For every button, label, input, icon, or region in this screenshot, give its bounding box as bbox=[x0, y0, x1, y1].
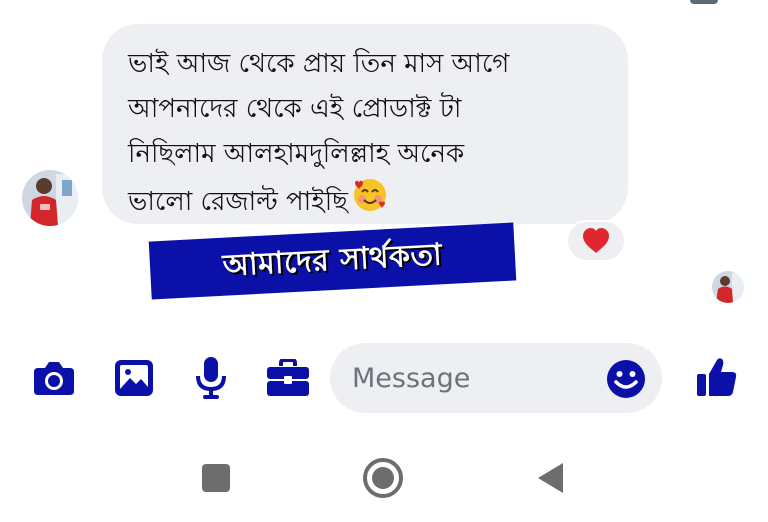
microphone-button[interactable] bbox=[188, 355, 234, 401]
heart-icon bbox=[583, 228, 609, 253]
thumbs-up-icon bbox=[697, 358, 737, 396]
seen-avatar bbox=[712, 271, 744, 303]
message-bubble[interactable]: ভাই আজ থেকে প্রায় তিন মাস আগে আপনাদের থ… bbox=[102, 24, 628, 224]
camera-icon bbox=[34, 362, 74, 395]
camera-button[interactable] bbox=[31, 355, 77, 401]
image-icon bbox=[115, 360, 153, 396]
navigation-bar bbox=[0, 438, 768, 522]
status-edge bbox=[690, 0, 718, 4]
message-input[interactable] bbox=[352, 343, 602, 413]
gallery-button[interactable] bbox=[111, 355, 157, 401]
emoji-icon bbox=[607, 360, 645, 398]
back-button[interactable] bbox=[527, 454, 575, 502]
banner-text: আমাদের সার্থকতা bbox=[221, 236, 444, 284]
tools-button[interactable] bbox=[265, 355, 311, 401]
emoji-button[interactable] bbox=[604, 357, 648, 401]
message-composer bbox=[0, 342, 768, 414]
smiling-face-with-hearts-icon bbox=[352, 177, 388, 228]
recents-button[interactable] bbox=[192, 454, 240, 502]
message-text: ভাই আজ থেকে প্রায় তিন মাস আগে আপনাদের থ… bbox=[128, 42, 602, 228]
microphone-icon bbox=[196, 357, 226, 399]
message-field bbox=[330, 343, 662, 413]
briefcase-icon bbox=[267, 359, 309, 396]
sender-avatar[interactable] bbox=[22, 170, 78, 226]
seen-avatar-image bbox=[712, 271, 744, 303]
home-circle-icon bbox=[363, 458, 403, 498]
square-icon bbox=[202, 464, 230, 492]
promo-banner: আমাদের সার্থকতা bbox=[148, 222, 517, 300]
like-button[interactable] bbox=[694, 354, 740, 400]
home-button[interactable] bbox=[359, 454, 407, 502]
sender-avatar-image bbox=[22, 170, 78, 226]
back-triangle-icon bbox=[538, 463, 563, 493]
message-reaction[interactable] bbox=[566, 220, 626, 262]
chat-screen: ভাই আজ থেকে প্রায় তিন মাস আগে আপনাদের থ… bbox=[0, 0, 768, 522]
